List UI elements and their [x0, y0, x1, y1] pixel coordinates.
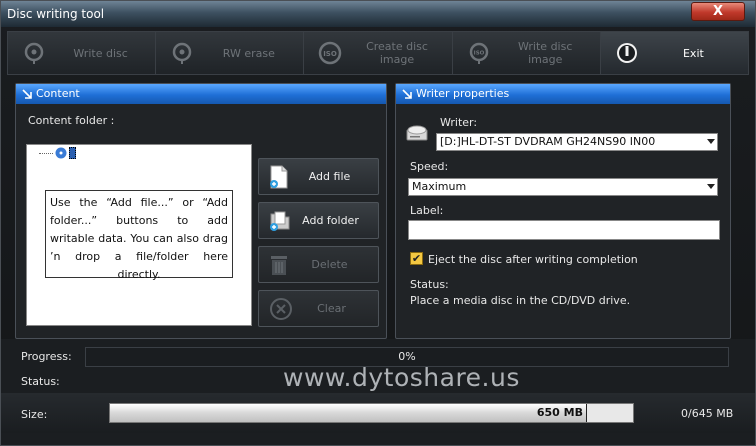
- footer-status-label: Status:: [21, 375, 60, 388]
- label-input[interactable]: [408, 220, 720, 240]
- writer-select[interactable]: [D:]HL-DT-ST DVDRAM GH24NS90 IN00: [436, 133, 718, 151]
- writer-label: Writer:: [440, 116, 478, 129]
- exit-button[interactable]: Exit: [600, 32, 749, 74]
- label-field-label: Label:: [410, 204, 444, 217]
- tree-root-selection: [69, 147, 76, 159]
- add-file-icon: [270, 165, 288, 188]
- size-bar: 650 MB: [109, 403, 634, 423]
- svg-text:ISO: ISO: [473, 51, 484, 57]
- add-folder-label: Add folder: [302, 214, 359, 227]
- iso-icon: ISO: [319, 41, 342, 65]
- eject-checkbox[interactable]: ✔: [410, 252, 423, 265]
- iso-pin-icon: ISO: [469, 42, 488, 64]
- clear-label: Clear: [317, 302, 346, 315]
- toolbar: Write disc RW erase ISO Create disc imag…: [7, 31, 749, 75]
- arrow-down-right-icon: [402, 89, 412, 99]
- title-bar[interactable]: Disc writing tool X: [1, 1, 755, 27]
- window-title: Disc writing tool: [7, 7, 105, 21]
- disc-pin-icon: [24, 42, 44, 64]
- watermark-text: www.dytoshare.us: [283, 363, 520, 392]
- content-panel-header: Content: [16, 84, 386, 104]
- speed-select[interactable]: Maximum: [408, 178, 718, 196]
- clear-button[interactable]: Clear: [258, 290, 379, 327]
- speed-label: Speed:: [410, 160, 449, 173]
- drag-drop-hint: Use the “Add file...” or “Add folder...”…: [45, 190, 233, 281]
- disc-icon: [55, 147, 67, 159]
- content-tree[interactable]: Use the “Add file...” or “Add folder...”…: [26, 144, 252, 326]
- content-folder-label: Content folder :: [28, 114, 115, 127]
- writer-panel-title: Writer properties: [416, 87, 510, 100]
- size-total: 0/645 MB: [681, 407, 734, 420]
- size-bar-fill: [110, 404, 586, 422]
- write-disc-label: Write disc: [73, 46, 128, 60]
- tree-root-node[interactable]: [39, 147, 76, 159]
- delete-button[interactable]: Delete: [258, 246, 379, 283]
- rw-erase-label: RW erase: [222, 46, 275, 60]
- disc-writing-window: Disc writing tool X Write disc RW erase …: [0, 0, 756, 446]
- size-capacity-marker: [586, 404, 587, 422]
- writer-status-text: Place a media disc in the CD/DVD drive.: [410, 294, 631, 307]
- writer-panel-header: Writer properties: [396, 84, 730, 104]
- eject-label: Eject the disc after writing completion: [428, 253, 638, 266]
- clear-icon: [270, 297, 292, 320]
- svg-text:ISO: ISO: [324, 50, 338, 58]
- create-disc-image-button[interactable]: ISO Create disc image: [304, 32, 453, 74]
- trash-icon: [271, 255, 287, 275]
- add-folder-icon: [270, 211, 290, 231]
- write-disc-image-label: Write disc image: [518, 40, 573, 66]
- add-file-button[interactable]: Add file: [258, 158, 379, 195]
- writer-panel: Writer properties Writer: [D:]HL-DT-ST D…: [395, 83, 731, 339]
- size-label: Size:: [21, 408, 48, 421]
- write-disc-button[interactable]: Write disc: [8, 32, 157, 74]
- arrow-down-right-icon: [22, 89, 32, 99]
- add-file-label: Add file: [308, 170, 351, 183]
- chevron-down-icon: [707, 139, 715, 144]
- write-disc-image-button[interactable]: ISO Write disc image: [452, 32, 601, 74]
- exit-label: Exit: [682, 46, 704, 60]
- chevron-down-icon: [707, 184, 715, 189]
- speed-select-value: Maximum: [412, 180, 467, 193]
- disc-pin-icon: [172, 42, 192, 64]
- content-panel: Content Content folder : Use the “Add fi…: [15, 83, 387, 339]
- size-bar-value: 650 MB: [536, 406, 583, 419]
- power-icon: [616, 43, 637, 63]
- content-panel-title: Content: [36, 87, 80, 100]
- rw-erase-button[interactable]: RW erase: [156, 32, 305, 74]
- progress-text: 0%: [398, 350, 416, 363]
- progress-label: Progress:: [21, 350, 72, 363]
- create-disc-image-label: Create disc image: [366, 40, 428, 66]
- add-folder-button[interactable]: Add folder: [258, 202, 379, 239]
- writer-select-value: [D:]HL-DT-ST DVDRAM GH24NS90 IN00: [440, 135, 656, 148]
- writer-status-label: Status:: [410, 278, 449, 291]
- close-button[interactable]: X: [691, 2, 745, 21]
- cd-drive-icon: [406, 125, 428, 141]
- delete-label: Delete: [311, 258, 348, 271]
